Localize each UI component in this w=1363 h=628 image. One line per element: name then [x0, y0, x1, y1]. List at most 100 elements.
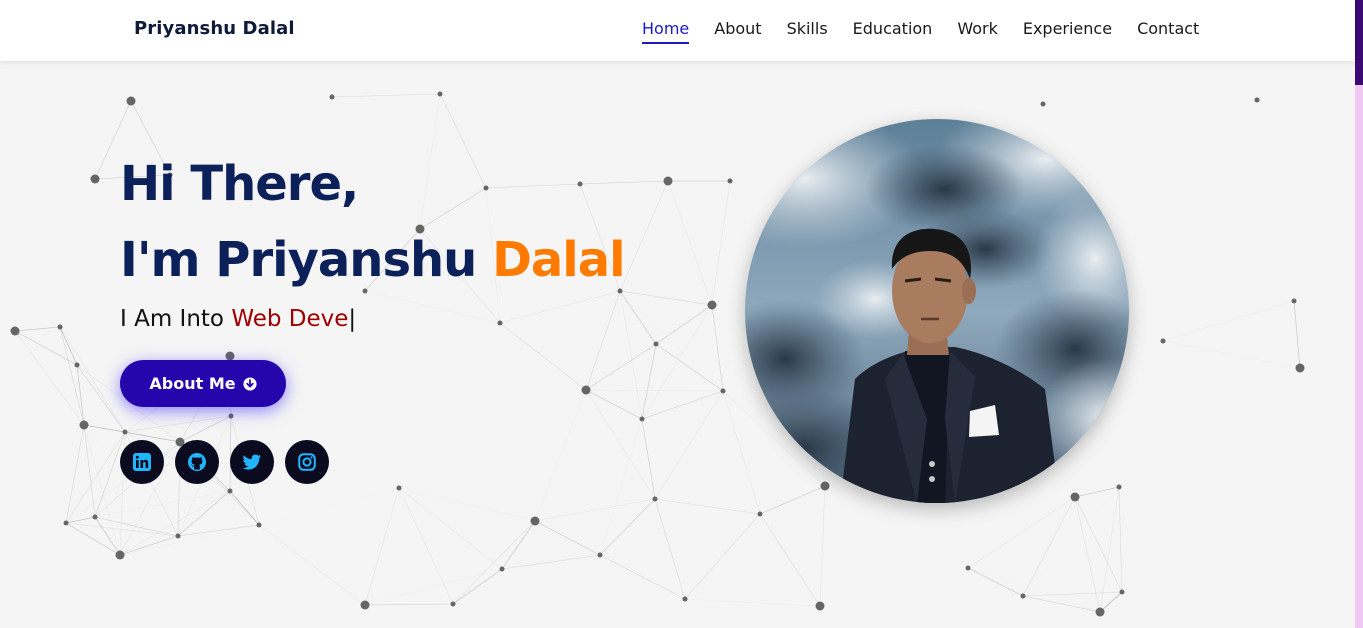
network-dot — [597, 552, 603, 558]
network-line — [59, 326, 78, 366]
network-line — [619, 290, 643, 420]
network-line — [1022, 496, 1076, 597]
social-links — [120, 440, 340, 484]
network-line — [65, 522, 179, 537]
instagram-link[interactable] — [285, 440, 329, 484]
network-dot — [360, 600, 370, 610]
network-line — [619, 290, 657, 345]
network-line — [1162, 300, 1295, 342]
network-line — [655, 304, 713, 345]
network-line — [119, 490, 231, 556]
nav-experience[interactable]: Experience — [1023, 19, 1112, 44]
network-line — [967, 567, 1024, 597]
network-line — [14, 330, 85, 426]
network-line — [65, 522, 121, 556]
network-line — [654, 498, 761, 515]
hero-heading: Hi There, I'm Priyanshu Dalal — [120, 146, 626, 298]
network-dot — [1020, 593, 1026, 599]
github-icon — [188, 453, 206, 471]
network-line — [14, 326, 61, 332]
network-dot — [437, 91, 443, 97]
profile-photo — [745, 119, 1129, 503]
typed-cursor: | — [348, 306, 357, 332]
network-dot — [682, 596, 688, 602]
network-dot — [396, 485, 402, 491]
scrollbar-thumb[interactable] — [1355, 0, 1363, 85]
network-line — [364, 487, 400, 606]
instagram-icon — [298, 453, 316, 471]
network-line — [501, 554, 601, 570]
nav-education[interactable]: Education — [853, 19, 933, 44]
github-link[interactable] — [175, 440, 219, 484]
network-dot — [1119, 589, 1125, 595]
network-line — [819, 485, 826, 607]
network-line — [499, 322, 587, 391]
network-dot — [530, 516, 540, 526]
network-line — [711, 304, 724, 392]
network-line — [641, 390, 724, 420]
nav-about[interactable]: About — [714, 19, 761, 44]
network-dot — [965, 565, 971, 571]
hero-name-accent: Dalal — [492, 232, 626, 288]
network-line — [599, 554, 686, 600]
network-line — [654, 498, 686, 600]
about-me-button[interactable]: About Me — [120, 360, 286, 407]
network-line — [364, 603, 454, 606]
network-line — [94, 490, 231, 518]
main-nav: Home About Skills Education Work Experie… — [642, 19, 1224, 44]
network-dot — [815, 601, 825, 611]
network-dot — [663, 176, 673, 186]
network-line — [65, 431, 126, 524]
network-line — [684, 598, 821, 607]
network-line — [759, 513, 821, 607]
network-line — [585, 389, 643, 420]
network-dot — [228, 413, 234, 419]
network-dot — [1070, 492, 1080, 502]
network-line — [120, 525, 259, 555]
arrow-circle-down-icon — [243, 376, 257, 391]
network-line — [59, 326, 126, 433]
network-line — [1074, 496, 1123, 593]
network-dot — [639, 416, 645, 422]
network-dot — [122, 429, 128, 435]
network-line — [365, 569, 502, 605]
network-line — [259, 488, 399, 525]
nav-work[interactable]: Work — [957, 19, 998, 44]
network-line — [83, 424, 121, 556]
network-line — [535, 390, 586, 521]
network-dot — [90, 174, 100, 184]
network-line — [76, 364, 85, 426]
twitter-link[interactable] — [230, 440, 274, 484]
linkedin-link[interactable] — [120, 440, 164, 484]
network-line — [94, 516, 179, 537]
network-line — [620, 291, 723, 391]
nav-home[interactable]: Home — [642, 19, 690, 44]
network-dot — [74, 362, 80, 368]
network-line — [641, 418, 656, 500]
network-line — [1074, 486, 1120, 498]
network-line — [398, 487, 454, 605]
nav-skills[interactable]: Skills — [787, 19, 828, 44]
network-dot — [329, 94, 335, 100]
network-dot — [115, 550, 125, 560]
network-dot — [720, 388, 726, 394]
network-dot — [57, 324, 63, 330]
network-dot — [126, 96, 136, 106]
twitter-icon — [242, 454, 261, 470]
network-line — [177, 490, 231, 537]
typed-role: Web Deve — [231, 306, 349, 332]
network-line — [1118, 486, 1123, 593]
network-line — [14, 330, 78, 366]
network-line — [722, 390, 761, 515]
network-dot — [727, 178, 733, 184]
nav-contact[interactable]: Contact — [1137, 19, 1199, 44]
network-dot — [256, 522, 262, 528]
network-dot — [1040, 101, 1046, 107]
hero-greeting: Hi There, — [120, 156, 359, 212]
network-line — [1074, 496, 1101, 613]
network-line — [534, 520, 601, 556]
brand-logo-text[interactable]: Priyanshu Dalal — [134, 18, 295, 39]
scrollbar-track[interactable] — [1355, 0, 1363, 628]
network-line — [684, 513, 761, 600]
network-dot — [1291, 298, 1297, 304]
